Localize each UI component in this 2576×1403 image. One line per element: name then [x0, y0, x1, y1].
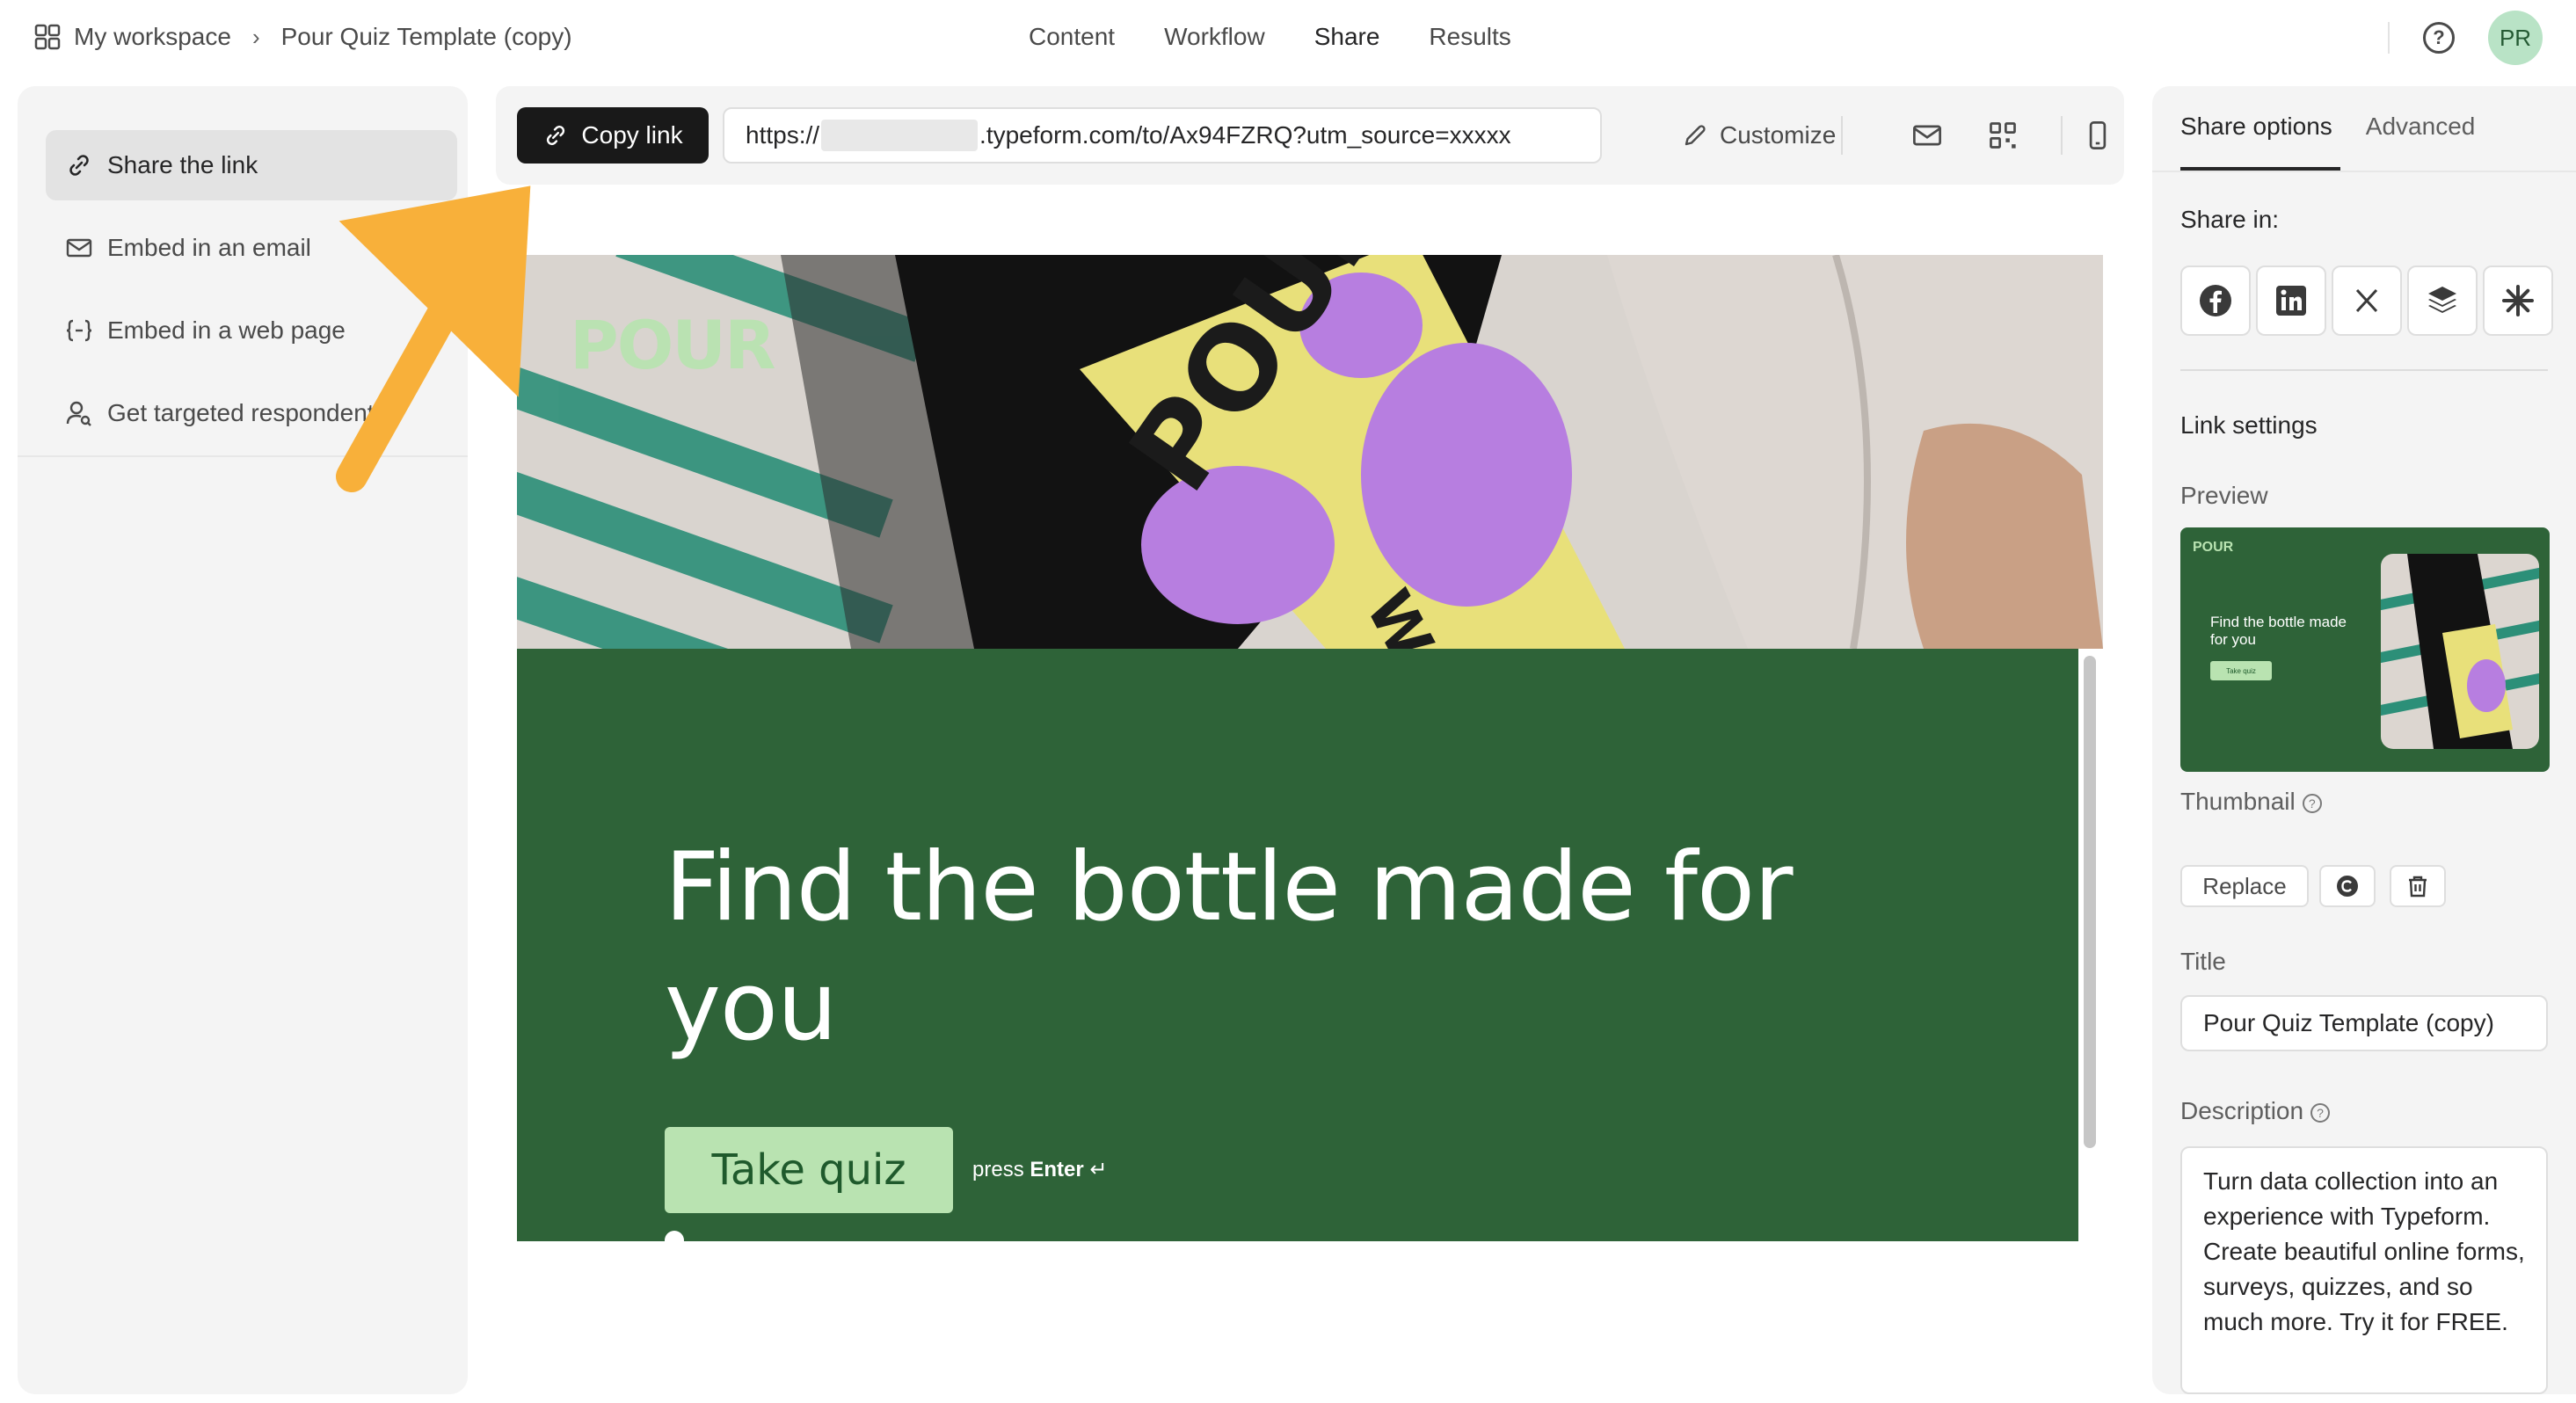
tab-results[interactable]: Results	[1429, 23, 1510, 51]
enter-icon: ↵	[1089, 1158, 1108, 1181]
person-search-icon	[66, 401, 91, 426]
buffer-icon	[2428, 287, 2456, 313]
tab-share[interactable]: Share	[1314, 23, 1380, 51]
help-icon[interactable]: ?	[2302, 793, 2322, 813]
mobile-icon[interactable]	[2082, 120, 2114, 151]
preview-card-logo: POUR	[2193, 540, 2234, 555]
pour-logo: POUR	[570, 306, 776, 384]
description-textarea[interactable]: Turn data collection into an experience …	[2180, 1146, 2548, 1394]
preview-card-title: Find the bottle made for you	[2210, 614, 2347, 648]
top-right-controls: ? PR	[2388, 11, 2543, 65]
tab-workflow[interactable]: Workflow	[1164, 23, 1265, 51]
breadcrumb: My workspace › Pour Quiz Template (copy)	[33, 19, 572, 55]
pencil-icon	[1685, 125, 1706, 146]
embed-code-icon	[66, 319, 92, 342]
annotation-arrow	[336, 185, 531, 492]
help-icon[interactable]: ?	[2423, 22, 2455, 54]
share-in-label: Share in:	[2180, 206, 2280, 233]
redacted-subdomain	[821, 120, 979, 151]
thumbnail-label: Thumbnail?	[2180, 788, 2322, 816]
link-preview-card: POUR Find the bottle made for you Take q…	[2180, 527, 2550, 772]
copy-link-label: Copy link	[581, 121, 683, 149]
share-buffer-button[interactable]	[2407, 265, 2478, 336]
take-quiz-button[interactable]: Take quiz	[665, 1127, 953, 1213]
divider	[2061, 116, 2063, 155]
enter-text: Enter	[1030, 1158, 1084, 1181]
tab-share-options[interactable]: Share options	[2180, 113, 2332, 141]
form-title: Find the bottle made for you	[665, 832, 1794, 1062]
share-link-toolbar: Copy link https:// .typeform.com/to/Ax94…	[496, 86, 2124, 185]
mail-icon	[66, 238, 92, 258]
mail-icon[interactable]	[1911, 120, 1943, 151]
link-icon	[547, 125, 565, 146]
grid-icon[interactable]	[33, 23, 62, 51]
share-facebook-button[interactable]	[2180, 265, 2251, 336]
sidebar-item-label: Share the link	[107, 151, 258, 178]
help-icon[interactable]: ?	[2310, 1102, 2331, 1123]
preview-card-image	[2381, 554, 2539, 749]
divider	[2152, 171, 2576, 172]
url-prefix: https://	[746, 121, 820, 149]
x-icon	[2355, 288, 2378, 313]
share-linkedin-button[interactable]	[2256, 265, 2326, 336]
facebook-icon	[2200, 285, 2231, 316]
social-share-buttons	[2180, 265, 2553, 336]
main-nav: Content Workflow Share Results	[1029, 19, 1511, 55]
panel-tabs: Share options Advanced	[2180, 113, 2475, 141]
sidebar-item-label: Embed in a web page	[107, 316, 346, 344]
sidebar-item-label: Embed in an email	[107, 234, 311, 261]
tab-content[interactable]: Content	[1029, 23, 1115, 51]
avatar[interactable]: PR	[2488, 11, 2543, 65]
copyright-button[interactable]	[2319, 865, 2376, 907]
divider	[2388, 22, 2390, 54]
share-url-field[interactable]: https:// .typeform.com/to/Ax94FZRQ?utm_s…	[723, 107, 1602, 164]
qr-code-icon[interactable]	[1987, 120, 2019, 151]
description-label: Description?	[2180, 1097, 2331, 1125]
title-label: Title	[2180, 948, 2226, 975]
link-settings-label: Link settings	[2180, 411, 2318, 439]
asterisk-icon	[2502, 285, 2534, 316]
customize-label: Customize	[1720, 121, 1837, 149]
tab-advanced[interactable]: Advanced	[2366, 113, 2476, 141]
link-icon	[69, 155, 89, 176]
url-suffix: .typeform.com/to/Ax94FZRQ?utm_source=xxx…	[979, 121, 1511, 149]
top-bar: My workspace › Pour Quiz Template (copy)…	[0, 0, 2576, 76]
description-label-text: Description	[2180, 1097, 2304, 1124]
preview-label: Preview	[2180, 482, 2268, 509]
share-other-button[interactable]	[2483, 265, 2553, 336]
share-x-button[interactable]	[2332, 265, 2402, 336]
copyright-icon	[2337, 876, 2358, 897]
form-preview: POUR WILD POUR Find the bottle made for …	[517, 255, 2103, 1241]
press-enter-hint: press Enter ↵	[972, 1157, 1108, 1182]
divider	[2180, 369, 2548, 371]
title-input[interactable]: Pour Quiz Template (copy)	[2180, 995, 2548, 1051]
breadcrumb-workspace[interactable]: My workspace	[74, 23, 231, 51]
trash-icon	[2409, 876, 2427, 898]
divider	[1841, 116, 1843, 155]
delete-thumbnail-button[interactable]	[2390, 865, 2446, 907]
scrollbar-thumb[interactable]	[2084, 656, 2096, 1148]
press-text: press	[972, 1158, 1024, 1181]
breadcrumb-form-name[interactable]: Pour Quiz Template (copy)	[281, 23, 572, 51]
copy-link-button[interactable]: Copy link	[517, 107, 709, 164]
share-options-panel: Share options Advanced Share in: Link se…	[2152, 86, 2576, 1394]
linkedin-icon	[2276, 286, 2306, 316]
breadcrumb-separator: ›	[251, 23, 260, 50]
preview-card-button: Take quiz	[2210, 661, 2272, 680]
time-hint-cropped	[665, 1231, 840, 1241]
customize-button[interactable]: Customize	[1681, 107, 1836, 164]
replace-thumbnail-button[interactable]: Replace	[2180, 865, 2309, 907]
thumbnail-label-text: Thumbnail	[2180, 788, 2296, 815]
